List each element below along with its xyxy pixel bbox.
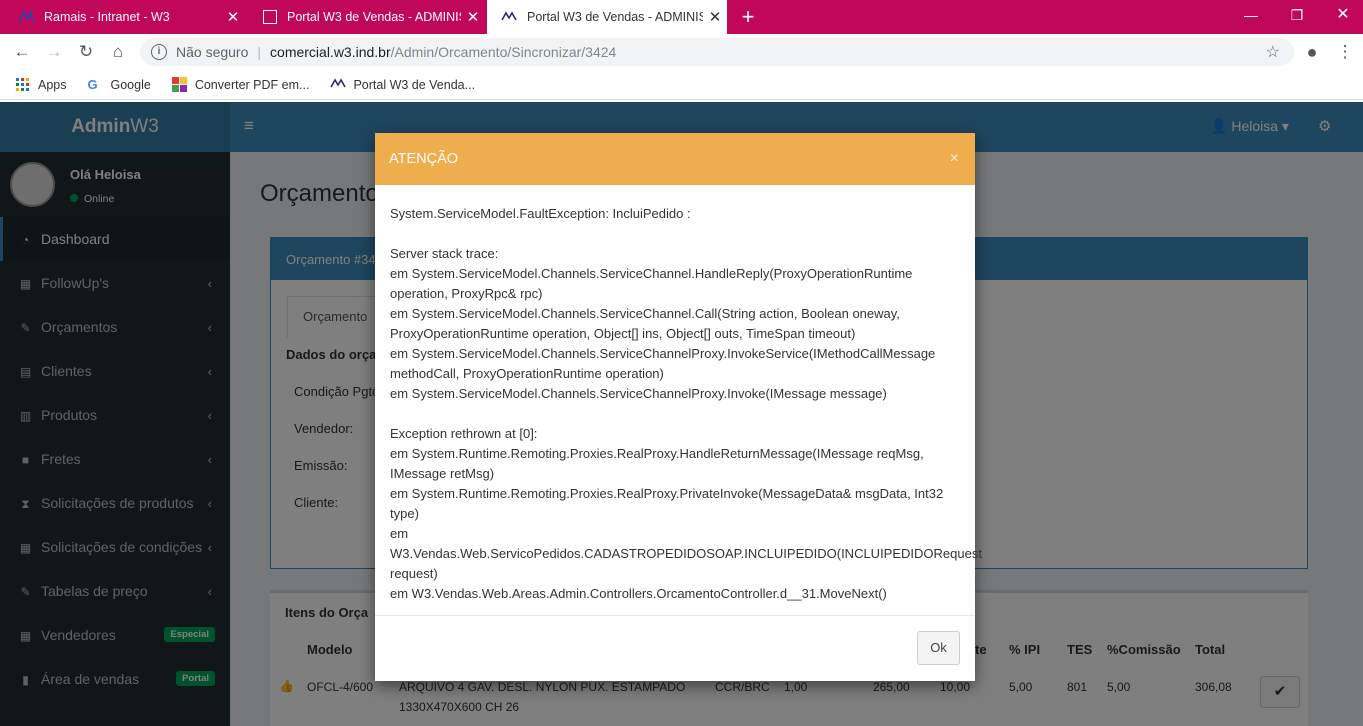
- converter-icon: [171, 77, 187, 92]
- bookmark-portal[interactable]: Portal W3 de Venda...: [330, 77, 475, 92]
- google-icon: G: [87, 77, 98, 92]
- error-line: em System.ServiceModel.Channels.ServiceC…: [390, 306, 900, 321]
- error-line: IMessage retMsg): [390, 466, 495, 481]
- new-tab-icon[interactable]: +: [738, 4, 758, 30]
- error-line: Exception rethrown at [0]:: [390, 426, 538, 441]
- modal-footer: Ok: [917, 631, 960, 665]
- bookmark-google[interactable]: G Google: [88, 77, 151, 92]
- w3-favicon-icon: [18, 9, 34, 24]
- w3-favicon-icon: [501, 10, 517, 24]
- error-line: em System.Runtime.Remoting.Proxies.RealP…: [390, 486, 944, 501]
- error-line: [390, 224, 960, 244]
- error-line: ProxyOperationRuntime operation, Object[…: [390, 326, 856, 341]
- address-bar-row: ← → ↻ ⌂ i Não seguro | comercial.w3.ind.…: [0, 34, 1363, 70]
- apps-grid-icon: [15, 77, 30, 92]
- error-line: em W3.Vendas.Web.Areas.Admin.Controllers…: [390, 586, 887, 601]
- url-bar[interactable]: i Não seguro | comercial.w3.ind.br/Admin…: [140, 38, 1294, 66]
- error-line: operation, ProxyRpc& rpc): [390, 286, 543, 301]
- security-label: Não seguro: [176, 44, 249, 60]
- home-icon[interactable]: ⌂: [106, 41, 130, 63]
- close-icon[interactable]: ✕: [461, 8, 485, 26]
- menu-dots-icon[interactable]: ⋮: [1333, 41, 1357, 63]
- forward-icon[interactable]: →: [42, 41, 66, 63]
- bookmark-converter[interactable]: Converter PDF em...: [171, 77, 309, 92]
- separator: |: [257, 44, 262, 60]
- error-line: em System.ServiceModel.Channels.ServiceC…: [390, 346, 936, 361]
- modal-header: ATENÇÃO ×: [375, 133, 975, 185]
- url-host: comercial.w3.ind.br: [270, 44, 391, 60]
- error-line: request): [390, 566, 438, 581]
- reload-icon[interactable]: ↻: [74, 41, 98, 63]
- error-line: em: [390, 526, 409, 541]
- error-line: Server stack trace:: [390, 246, 499, 261]
- bookmarks-bar: Apps G Google Converter PDF em... Portal…: [0, 70, 1363, 100]
- close-icon[interactable]: ✕: [703, 8, 727, 26]
- restore-icon[interactable]: ❐: [1274, 0, 1320, 30]
- error-line: W3.Vendas.Web.ServicoPedidos.CADASTROPED…: [390, 546, 982, 561]
- ok-button[interactable]: Ok: [917, 631, 960, 665]
- browser-tab[interactable]: Portal W3 de Vendas - ADMINIST ✕: [245, 0, 485, 34]
- page-favicon-icon: [263, 10, 277, 24]
- alert-modal: ATENÇÃO × System.ServiceModel.FaultExcep…: [375, 133, 982, 681]
- browser-tab[interactable]: Ramais - Intranet - W3 ✕: [0, 0, 245, 34]
- minimize-icon[interactable]: —: [1228, 0, 1274, 30]
- error-line: [390, 404, 960, 424]
- error-line: System.ServiceModel.FaultException: Incl…: [390, 206, 691, 221]
- error-line: em System.Runtime.Remoting.Proxies.RealP…: [390, 446, 924, 461]
- account-icon[interactable]: ●: [1300, 41, 1324, 63]
- error-line: methodCall, ProxyOperationRuntime operat…: [390, 366, 664, 381]
- browser-tab-bar: Ramais - Intranet - W3 ✕ Portal W3 de Ve…: [0, 0, 1363, 34]
- w3-favicon-icon: [330, 77, 347, 92]
- modal-body: System.ServiceModel.FaultException: Incl…: [375, 185, 982, 616]
- bookmark-apps[interactable]: Apps: [15, 77, 67, 92]
- modal-title: ATENÇÃO: [389, 151, 459, 167]
- info-icon[interactable]: i: [151, 44, 167, 60]
- url-path: /Admin/Orcamento/Sincronizar/3424: [390, 44, 617, 60]
- back-icon[interactable]: ←: [10, 41, 34, 63]
- error-line: em System.ServiceModel.Channels.ServiceC…: [390, 266, 913, 281]
- bookmark-star-icon[interactable]: ☆: [1266, 42, 1280, 62]
- browser-tab-active[interactable]: Portal W3 de Vendas - ADMINIST ✕: [487, 0, 727, 34]
- error-line: em System.ServiceModel.Channels.ServiceC…: [390, 386, 887, 401]
- modal-close-icon[interactable]: ×: [950, 133, 959, 185]
- close-icon[interactable]: ✕: [221, 8, 245, 26]
- window-close-icon[interactable]: ✕: [1320, 0, 1363, 30]
- error-line: type): [390, 506, 419, 521]
